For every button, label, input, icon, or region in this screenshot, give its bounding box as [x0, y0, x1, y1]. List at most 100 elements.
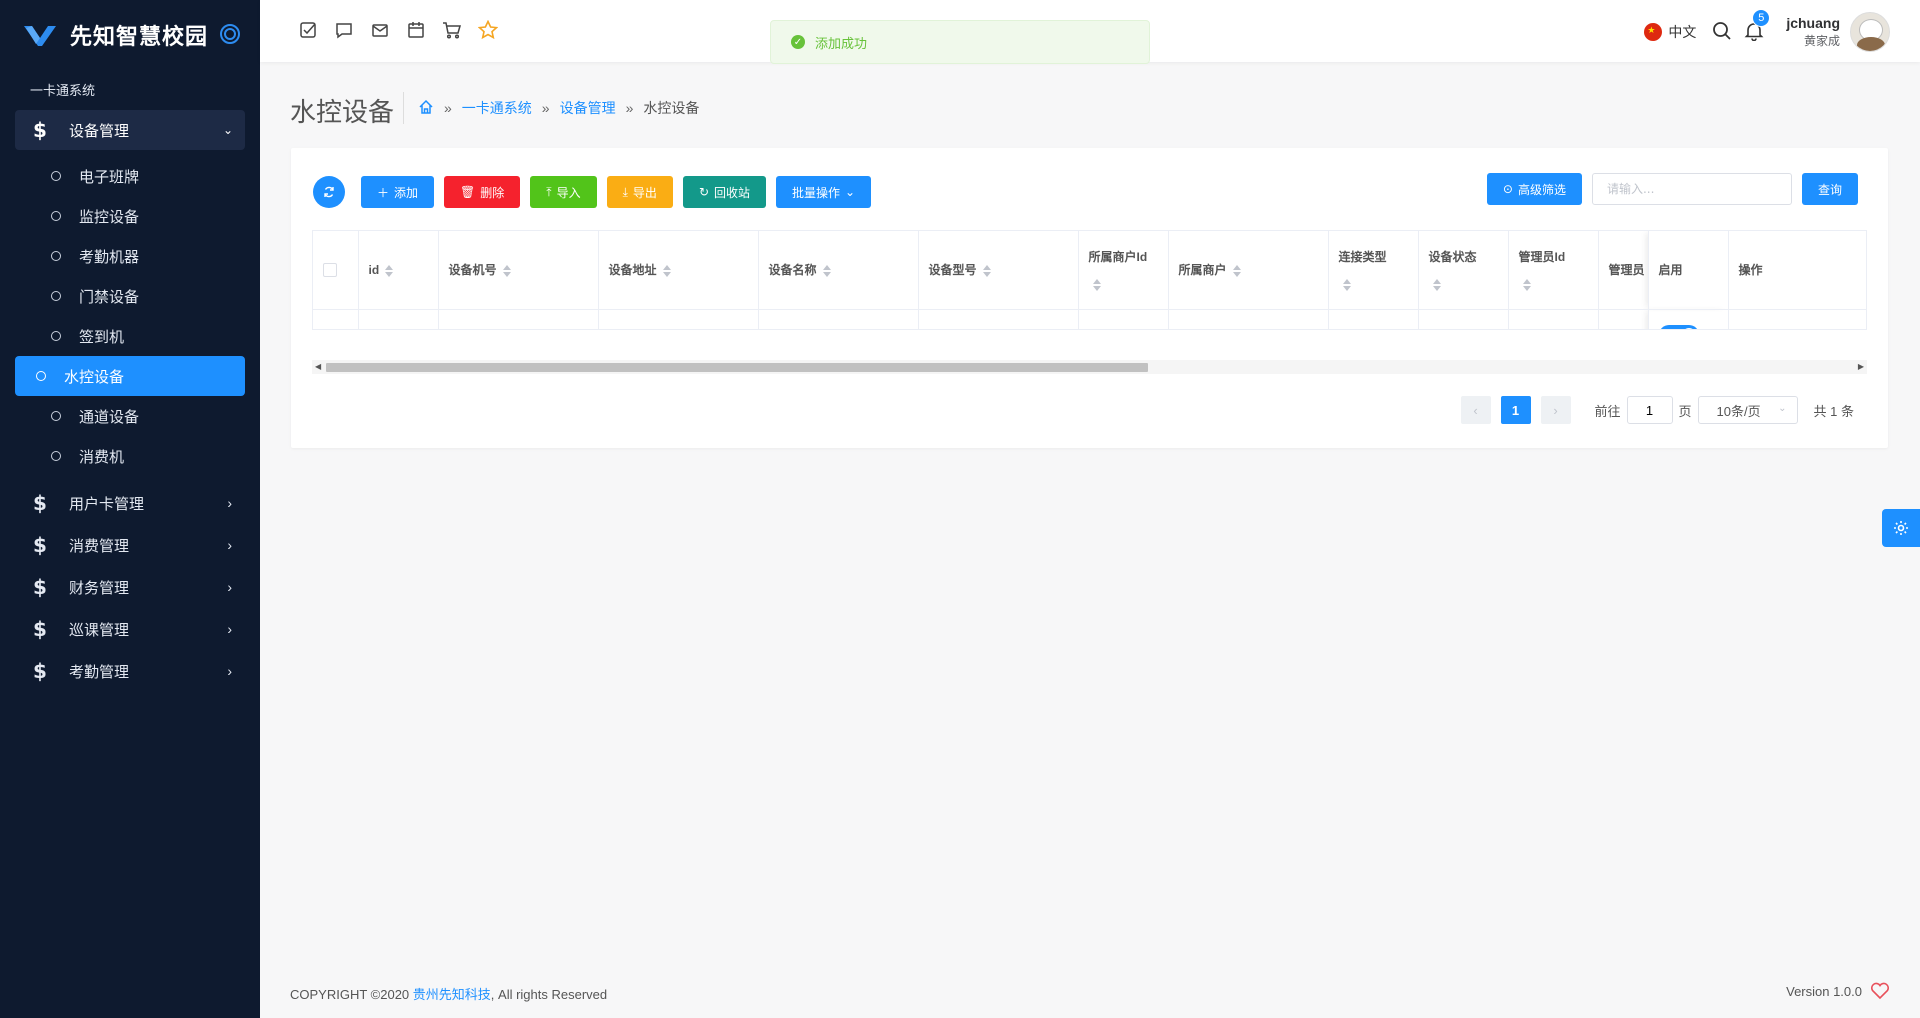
column-header-model[interactable]: 设备型号: [918, 231, 1079, 310]
recycle-bin-label: 回收站: [714, 185, 751, 200]
recycle-bin-button[interactable]: ↻ 回收站: [682, 176, 767, 208]
sidebar-toggle-icon[interactable]: [220, 24, 240, 44]
notification-bell[interactable]: 5: [1744, 8, 1771, 44]
sort-icon[interactable]: [1522, 279, 1531, 292]
star-icon[interactable]: [478, 20, 498, 40]
enabled-toggle[interactable]: [1658, 324, 1699, 329]
sort-icon[interactable]: [982, 265, 991, 278]
goto-page-input[interactable]: [1626, 396, 1673, 424]
sidebar-item-finance[interactable]: $ 财务管理 ›: [0, 566, 260, 608]
header-label: 连接类型: [1338, 250, 1387, 265]
add-button[interactable]: ＋ 添加: [361, 176, 435, 208]
refresh-button[interactable]: [313, 176, 345, 208]
sidebar-item-monitoring[interactable]: 监控设备: [15, 196, 245, 236]
sidebar-item-channel[interactable]: 通道设备: [15, 396, 245, 436]
sidebar-item-consumption[interactable]: $ 消费管理 ›: [0, 524, 260, 566]
header-label: id: [368, 262, 380, 277]
column-header-address[interactable]: 设备地址: [598, 231, 759, 310]
sidebar-item-check-in[interactable]: 签到机: [15, 316, 245, 356]
scroll-right-icon[interactable]: ▶: [1858, 362, 1864, 371]
toolbar: ＋ 添加 🗑 删除 ⤒ 导入 ⤓ 导出 ↻ 回收站 批量操作 ⌄: [313, 176, 872, 208]
cart-icon[interactable]: [442, 20, 462, 40]
heart-icon: [1870, 982, 1890, 1000]
column-header-merchant-id[interactable]: 所属商户Id: [1078, 231, 1169, 310]
prev-page-button[interactable]: ‹: [1460, 396, 1491, 424]
advanced-filter-button[interactable]: ⊙ 高级筛选: [1486, 173, 1582, 205]
logo-icon: [24, 26, 56, 46]
column-header-name[interactable]: 设备名称: [758, 231, 919, 310]
export-button[interactable]: ⤓ 导出: [606, 176, 673, 208]
goto-label: 前往: [1594, 403, 1621, 419]
filter-search-icon: ⊙: [1502, 182, 1513, 196]
column-header-device-no[interactable]: 设备机号: [438, 231, 599, 310]
sidebar-item-attendance-machine[interactable]: 考勤机器: [15, 236, 245, 276]
sidebar-item-access-control[interactable]: 门禁设备: [15, 276, 245, 316]
column-header-admin-id[interactable]: 管理员Id: [1508, 231, 1599, 310]
search-input[interactable]: [1591, 173, 1792, 205]
sort-icon[interactable]: [662, 265, 671, 278]
sidebar-item-attendance[interactable]: $ 考勤管理 ›: [0, 650, 260, 692]
sidebar-item-user-card[interactable]: $ 用户卡管理 ›: [0, 482, 260, 524]
language-switch[interactable]: 中文: [1668, 22, 1696, 42]
chevron-down-icon: ⌄: [222, 123, 233, 137]
sidebar-item-water-control[interactable]: 水控设备: [15, 356, 245, 396]
sort-icon[interactable]: [1432, 279, 1441, 292]
sidebar-item-pos-machine[interactable]: 消费机: [15, 436, 245, 476]
scroll-left-icon[interactable]: ◀: [315, 362, 321, 371]
table-row: … 1 1 贵州 水控设备 11.2 21354 先知科技 0 0 0 查看编辑…: [313, 309, 1866, 329]
sort-icon[interactable]: [502, 265, 511, 278]
sidebar-item-patrol[interactable]: $ 巡课管理 ›: [0, 608, 260, 650]
chat-icon[interactable]: [334, 20, 354, 40]
query-button[interactable]: 查询: [1801, 173, 1858, 205]
search-icon[interactable]: [1712, 21, 1732, 44]
mail-icon[interactable]: [370, 20, 390, 40]
horizontal-scrollbar[interactable]: ◀ ▶: [312, 360, 1867, 374]
column-header-conn-type[interactable]: 连接类型: [1328, 231, 1419, 310]
column-header-merchant[interactable]: 所属商户: [1168, 231, 1329, 310]
user-info[interactable]: jchuang 黄家成: [1786, 15, 1840, 49]
breadcrumb-item[interactable]: 一卡通系统: [462, 98, 532, 118]
device-card: ＋ 添加 🗑 删除 ⤒ 导入 ⤓ 导出 ↻ 回收站 批量操作 ⌄ ⊙ 高级筛选 查询 id 设…: [291, 148, 1888, 448]
sort-icon[interactable]: [1232, 265, 1241, 278]
import-button[interactable]: ⤒ 导入: [530, 176, 597, 208]
page-size-select[interactable]: 10条/页 ⌄: [1697, 396, 1798, 424]
sidebar-item-label: 用户卡管理: [69, 495, 145, 513]
cell-ops: 查看编辑删除: [1728, 309, 1866, 329]
column-header-status[interactable]: 设备状态: [1418, 231, 1509, 310]
batch-actions-dropdown[interactable]: 批量操作 ⌄: [776, 176, 872, 208]
sort-icon[interactable]: [822, 265, 831, 278]
sidebar-section-title: 一卡通系统: [30, 83, 96, 98]
scrollbar-thumb[interactable]: [326, 363, 1148, 372]
column-header-admin[interactable]: 管理员: [1598, 231, 1649, 310]
sidebar-item-label: 水控设备: [64, 368, 125, 386]
cell-admin-id: 0: [1508, 309, 1599, 329]
sidebar-group-device-management[interactable]: $ 设备管理 ⌄: [15, 110, 245, 150]
china-flag-icon[interactable]: [1644, 23, 1663, 41]
sidebar-top-list: $ 用户卡管理 › $ 消费管理 › $ 财务管理 › $ 巡课管理 › $ 考勤管理 ›: [0, 482, 260, 692]
sort-icon[interactable]: [1092, 279, 1101, 292]
circle-icon: [51, 211, 61, 221]
dollar-icon: $: [33, 533, 47, 557]
settings-button[interactable]: [1882, 509, 1920, 547]
circle-icon: [51, 291, 61, 301]
sort-icon[interactable]: [385, 264, 394, 277]
sort-icon[interactable]: [1342, 279, 1351, 292]
footer-copyright: COPYRIGHT ©2020 贵州先知科技, All rights Reser…: [290, 984, 607, 1003]
page-title: 水控设备: [290, 98, 395, 128]
select-all-checkbox[interactable]: [323, 263, 337, 278]
calendar-icon[interactable]: [406, 20, 426, 40]
avatar[interactable]: [1850, 12, 1890, 52]
check-square-icon[interactable]: [298, 20, 318, 40]
home-icon[interactable]: [418, 99, 434, 118]
total-count: 共 1 条: [1813, 403, 1854, 419]
page-number-current[interactable]: 1: [1500, 396, 1531, 424]
company-link[interactable]: 贵州先知科技: [413, 987, 491, 1002]
chevron-down-icon: ⌄: [845, 185, 856, 199]
chevron-right-icon: ›: [227, 621, 232, 637]
breadcrumb-separator: »: [625, 100, 634, 116]
breadcrumb-item[interactable]: 设备管理: [560, 98, 616, 118]
column-header-id[interactable]: id: [358, 231, 439, 310]
delete-button[interactable]: 🗑 删除: [444, 176, 521, 208]
next-page-button[interactable]: ›: [1540, 396, 1571, 424]
sidebar-item-e-class-board[interactable]: 电子班牌: [15, 156, 245, 196]
